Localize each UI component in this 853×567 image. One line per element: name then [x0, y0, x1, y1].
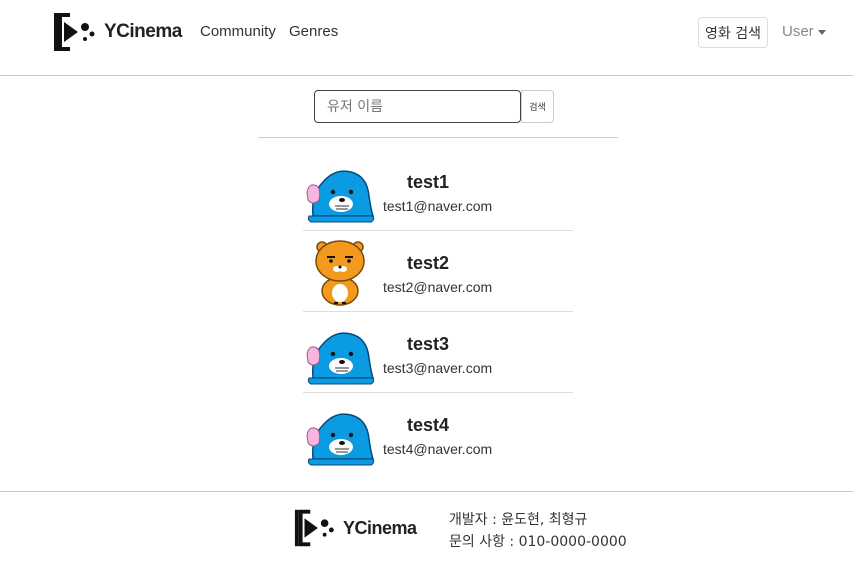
user-list-item[interactable]: test3 test3@naver.com — [303, 312, 573, 393]
user-email: test1@naver.com — [383, 198, 493, 214]
footer-info: 개발자 : 윤도현, 최형규 문의 사항 : 010-0000-0000 — [449, 509, 627, 553]
navbar: YCinema Community Genres 영화 검색 User — [0, 0, 853, 76]
user-list: test1 test1@naver.com test2 test2@naver.… — [303, 150, 573, 474]
brand-name: YCinema — [104, 21, 182, 42]
user-email: test3@naver.com — [383, 360, 493, 376]
user-name: test4 — [407, 415, 450, 435]
nav-community[interactable]: Community — [200, 23, 276, 40]
user-dropdown-label: User — [782, 23, 814, 40]
caret-down-icon — [817, 29, 826, 35]
user-name: test3 — [407, 334, 450, 354]
user-email: test4@naver.com — [383, 441, 493, 457]
orange-lion-avatar — [315, 240, 365, 306]
user-name: test1 — [407, 172, 450, 192]
user-list-item[interactable]: test2 test2@naver.com — [303, 231, 573, 312]
footer-brand-name: YCinema — [343, 517, 417, 538]
user-list-item[interactable]: test4 test4@naver.com — [303, 393, 573, 474]
footer-brand: YCinema — [293, 508, 417, 548]
ycinema-logo-icon — [54, 13, 95, 51]
ycinema-logo-icon — [294, 509, 334, 547]
developers-text: 개발자 : 윤도현, 최형규 — [449, 512, 588, 528]
movie-search-button[interactable]: 영화 검색 — [698, 17, 768, 48]
blue-seal-avatar — [306, 332, 375, 385]
user-list-item[interactable]: test1 test1@naver.com — [303, 150, 573, 231]
brand-link[interactable]: YCinema — [52, 12, 182, 52]
search-button[interactable]: 검색 — [521, 90, 554, 123]
user-name: test2 — [407, 253, 450, 273]
footer: YCinema 개발자 : 윤도현, 최형규 문의 사항 : 010-0000-… — [0, 491, 853, 567]
user-email: test2@naver.com — [383, 279, 493, 295]
user-dropdown[interactable]: User — [782, 23, 826, 40]
search-divider — [258, 137, 618, 138]
blue-seal-avatar — [306, 413, 375, 466]
user-search-input[interactable] — [314, 90, 521, 123]
contact-text: 문의 사항 : 010-0000-0000 — [449, 534, 627, 550]
blue-seal-avatar — [306, 170, 375, 223]
nav-genres[interactable]: Genres — [289, 23, 338, 40]
